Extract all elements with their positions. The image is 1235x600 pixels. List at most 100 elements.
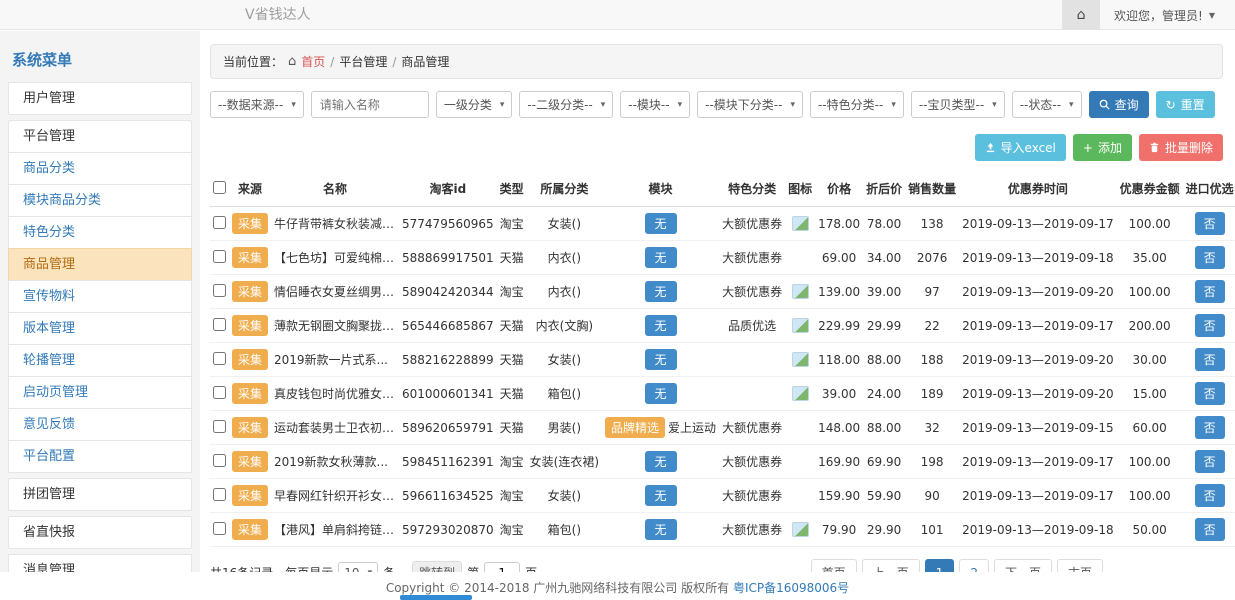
import-excel-button[interactable]: 导入excel [975,134,1066,161]
home-icon: ⌂ [288,54,296,69]
filter-select[interactable]: --宝贝类型--▾ [911,91,1005,118]
sales-count: 22 [905,309,959,343]
icon-cell [785,513,815,547]
import-select-button[interactable]: 否 [1195,450,1225,473]
sales-count: 188 [905,343,959,377]
product-type: 淘宝 [497,513,527,547]
import-select-button[interactable]: 否 [1195,518,1225,541]
sidebar-item[interactable]: 意见反馈 [8,408,192,441]
import-icon [985,142,996,153]
add-button[interactable]: + 添加 [1073,134,1132,161]
app-title: V省钱达人 [245,0,311,30]
name-search-input[interactable] [311,91,429,118]
column-header: 优惠券时间 [959,171,1116,207]
module-cell: 无 [602,309,719,343]
column-header: 特色分类 [719,171,785,207]
sidebar-item[interactable]: 平台管理 [8,120,192,153]
row-checkbox[interactable] [213,454,226,467]
feature-category: 大额优惠券 [719,411,785,445]
sidebar-item[interactable]: 商品管理 [8,248,192,281]
sidebar-item[interactable]: 模块商品分类 [8,184,192,217]
sidebar-title: 系统菜单 [8,39,192,82]
sidebar-item[interactable]: 用户管理 [8,82,192,115]
module-badge: 无 [645,247,677,268]
row-checkbox[interactable] [213,488,226,501]
feature-category: 大额优惠券 [719,479,785,513]
product-category: 箱包() [527,377,602,411]
module-badge: 无 [645,519,677,540]
product-name: 早春网红针织开衫女春... [271,479,399,513]
filter-select[interactable]: --模块下分类--▾ [697,91,803,118]
discount-price: 69.90 [863,445,905,479]
product-category: 女装(连衣裙) [527,445,602,479]
search-button[interactable]: 查询 [1089,91,1149,118]
discount-price: 88.00 [863,343,905,377]
import-select-button[interactable]: 否 [1195,314,1225,337]
row-checkbox[interactable] [213,250,226,263]
home-button[interactable]: ⌂ [1062,0,1100,30]
plus-icon: + [1083,141,1093,155]
breadcrumb-home-link[interactable]: 首页 [301,53,325,70]
row-checkbox[interactable] [213,420,226,433]
select-all-checkbox[interactable] [213,181,226,194]
filter-select[interactable]: --模块--▾ [620,91,690,118]
import-select-button[interactable]: 否 [1195,348,1225,371]
row-checkbox[interactable] [213,318,226,331]
coupon-time: 2019-09-13—2019-09-18 [959,513,1116,547]
filter-select[interactable]: --特色分类--▾ [810,91,904,118]
filter-select[interactable]: --状态--▾ [1012,91,1082,118]
product-category: 女装() [527,479,602,513]
icp-link[interactable]: 粤ICP备16098006号 [733,581,849,595]
select-value: --宝贝类型-- [919,96,984,113]
user-menu[interactable]: 欢迎您，管理员! ▼ [1100,0,1235,30]
product-type: 天猫 [497,343,527,377]
chevron-down-icon: ▾ [1069,100,1074,110]
product-image [792,318,809,333]
sidebar-item[interactable]: 拼团管理 [8,478,192,511]
row-checkbox[interactable] [213,284,226,297]
sidebar-item[interactable]: 省直快报 [8,516,192,549]
sidebar-item[interactable]: 消息管理 [8,554,192,572]
sidebar-item[interactable]: 版本管理 [8,312,192,345]
sidebar: 系统菜单 用户管理平台管理商品分类模块商品分类特色分类商品管理宣传物料版本管理轮… [0,31,200,572]
sidebar-item[interactable]: 平台配置 [8,440,192,473]
column-header: 名称 [271,171,399,207]
sidebar-item[interactable]: 商品分类 [8,152,192,185]
discount-price: 78.00 [863,207,905,241]
import-select-button[interactable]: 否 [1195,246,1225,269]
import-select-button[interactable]: 否 [1195,416,1225,439]
import-select-button[interactable]: 否 [1195,212,1225,235]
import-select-button[interactable]: 否 [1195,484,1225,507]
product-image [792,284,809,299]
import-select-button[interactable]: 否 [1195,382,1225,405]
discount-price: 34.00 [863,241,905,275]
batch-delete-button[interactable]: 批量删除 [1139,134,1223,161]
breadcrumb-items: /平台管理/商品管理 [330,53,449,70]
source-filter-select[interactable]: --数据来源-- ▾ [210,91,304,118]
sidebar-item[interactable]: 特色分类 [8,216,192,249]
module-cell: 无 [602,479,719,513]
sidebar-item[interactable]: 宣传物料 [8,280,192,313]
import-select-button[interactable]: 否 [1195,280,1225,303]
horizontal-scrollbar[interactable] [400,595,472,600]
products-table: 来源名称淘客id类型所属分类模块特色分类图标价格折后价销售数量优惠券时间优惠券金… [210,171,1235,547]
reset-button[interactable]: ↻ 重置 [1156,91,1215,118]
row-checkbox[interactable] [213,522,226,535]
table-row: 采集【港风】单肩斜挎链条...597293020870淘宝箱包()无大额优惠券7… [210,513,1235,547]
coupon-amount: 30.00 [1117,343,1183,377]
add-button-label: 添加 [1098,139,1122,156]
filter-select[interactable]: 一级分类▾ [436,91,513,118]
sidebar-item[interactable]: 轮播管理 [8,344,192,377]
filter-select[interactable]: --二级分类--▾ [519,91,613,118]
module-cell: 无 [602,343,719,377]
feature-category: 大额优惠券 [719,275,785,309]
row-checkbox[interactable] [213,386,226,399]
discount-price: 88.00 [863,411,905,445]
row-checkbox[interactable] [213,352,226,365]
table-toolbar: 导入excel + 添加 批量删除 [210,134,1223,161]
row-checkbox[interactable] [213,216,226,229]
sidebar-item[interactable]: 启动页管理 [8,376,192,409]
select-value: --模块下分类-- [705,96,782,113]
product-name: 【七色坊】可爱纯棉家... [271,241,399,275]
product-category: 内衣() [527,275,602,309]
